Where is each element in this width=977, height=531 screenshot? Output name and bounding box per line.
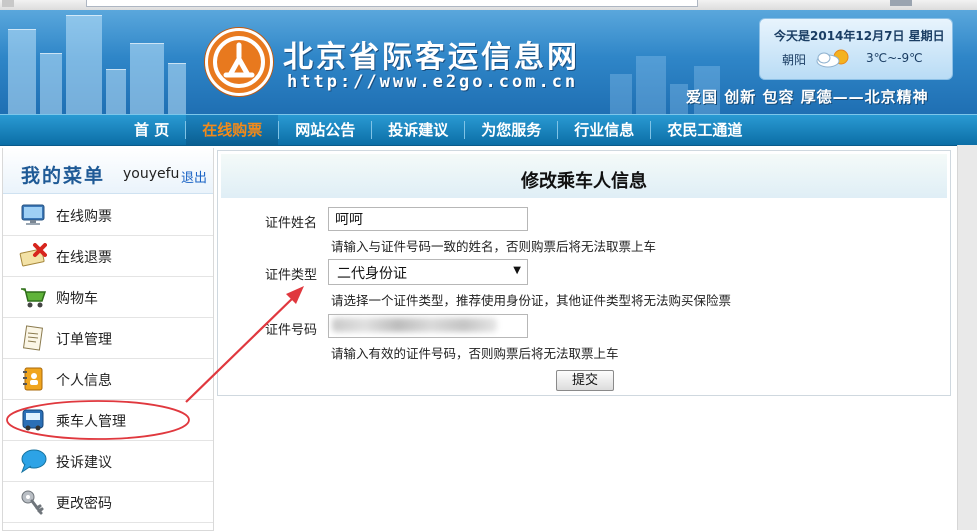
- sidebar-item-label: 在线购票: [56, 209, 112, 225]
- nav-services[interactable]: 为您服务: [465, 115, 557, 145]
- browser-toolbar-segment: [2, 0, 14, 7]
- site-url: http://www.e2go.com.cn: [287, 72, 579, 92]
- chevron-down-icon: ▼: [513, 265, 521, 276]
- sidebar-item-refund[interactable]: 在线退票: [3, 236, 213, 277]
- weather-widget: 今天是2014年12月7日 星期日 朝阳 3℃~-9℃: [759, 18, 953, 80]
- skyline-decoration: [0, 10, 200, 114]
- monitor-icon: [19, 202, 47, 228]
- sidebar-item-label: 投诉建议: [56, 455, 112, 471]
- beijing-spirit-slogan: 爱国 创新 包容 厚德——北京精神: [686, 88, 929, 106]
- sidebar-item-label: 订单管理: [56, 332, 112, 348]
- sidebar-header: 我的菜单 youyefu 退出: [3, 148, 213, 194]
- ticket-cancel-icon: [19, 243, 47, 269]
- nav-items: 首 页 在线购票 网站公告 投诉建议 为您服务 行业信息 农民工通道: [118, 115, 758, 145]
- sidebar-menu: 我的菜单 youyefu 退出 在线购票 在线退票 购物车 订单管理 个人信息 …: [2, 148, 214, 531]
- cloud-sun-icon: [814, 47, 854, 69]
- id-type-select[interactable]: 二代身份证 ▼: [328, 259, 528, 285]
- id-type-label: 证件类型: [265, 268, 318, 283]
- browser-address-bar[interactable]: [86, 0, 698, 7]
- speech-bubble-icon: [19, 448, 47, 474]
- logout-link[interactable]: 退出: [181, 167, 207, 186]
- browser-toolbar-button[interactable]: [890, 0, 912, 6]
- sidebar-item-label: 乘车人管理: [56, 414, 126, 430]
- name-field[interactable]: [328, 207, 528, 231]
- nav-home[interactable]: 首 页: [118, 115, 185, 145]
- bus-icon: [19, 407, 47, 433]
- site-name: 北京省际客运信息网: [283, 40, 580, 75]
- sidebar-item-label: 个人信息: [56, 373, 112, 389]
- id-number-redacted-value: [332, 318, 497, 332]
- main-nav: 首 页 在线购票 网站公告 投诉建议 为您服务 行业信息 农民工通道: [0, 114, 977, 146]
- id-number-hint: 请输入有效的证件号码，否则购票后将无法取票上车: [331, 346, 619, 361]
- nav-industry-info[interactable]: 行业信息: [558, 115, 650, 145]
- shopping-cart-icon: [19, 284, 47, 310]
- name-label: 证件姓名: [265, 216, 318, 231]
- address-book-icon: [19, 366, 47, 392]
- page-scroll-margin: [957, 145, 977, 530]
- page-title: 修改乘车人信息: [521, 171, 647, 192]
- weather-temperature: 3℃~-9℃: [866, 51, 923, 65]
- id-type-selected-value: 二代身份证: [337, 266, 407, 282]
- nav-online-ticket[interactable]: 在线购票: [186, 115, 279, 145]
- submit-button[interactable]: 提交: [556, 370, 614, 391]
- id-number-label: 证件号码: [265, 323, 318, 338]
- sidebar-item-label: 在线退票: [56, 250, 112, 266]
- id-type-hint: 请选择一个证件类型，推荐使用身份证，其他证件类型将无法购买保险票: [331, 293, 732, 308]
- sidebar-item-complaints[interactable]: 投诉建议: [3, 441, 213, 482]
- sidebar-item-profile[interactable]: 个人信息: [3, 359, 213, 400]
- nav-announcements[interactable]: 网站公告: [279, 115, 371, 145]
- name-hint: 请输入与证件号码一致的姓名，否则购票后将无法取票上车: [331, 239, 657, 254]
- sidebar-item-online-ticket[interactable]: 在线购票: [3, 195, 213, 236]
- sidebar-item-label: 更改密码: [56, 496, 112, 512]
- document-icon: [19, 325, 47, 351]
- sidebar-item-passenger-management[interactable]: 乘车人管理: [3, 400, 213, 441]
- sidebar-title: 我的菜单: [21, 165, 106, 187]
- sidebar-item-label: 购物车: [56, 291, 98, 307]
- weather-city: 朝阳: [782, 53, 807, 67]
- username: youyefu: [123, 166, 180, 182]
- sidebar-item-cart[interactable]: 购物车: [3, 277, 213, 318]
- panel-header: 修改乘车人信息: [221, 154, 947, 198]
- key-icon: [19, 489, 47, 515]
- site-logo-icon[interactable]: [205, 28, 273, 96]
- weather-date: 今天是2014年12月7日 星期日: [774, 29, 945, 43]
- nav-migrant-worker[interactable]: 农民工通道: [651, 115, 758, 145]
- nav-complaints[interactable]: 投诉建议: [372, 115, 464, 145]
- sidebar-item-orders[interactable]: 订单管理: [3, 318, 213, 359]
- site-header: 北京省际客运信息网 http://www.e2go.com.cn 今天是2014…: [0, 10, 977, 114]
- sidebar-item-change-password[interactable]: 更改密码: [3, 482, 213, 523]
